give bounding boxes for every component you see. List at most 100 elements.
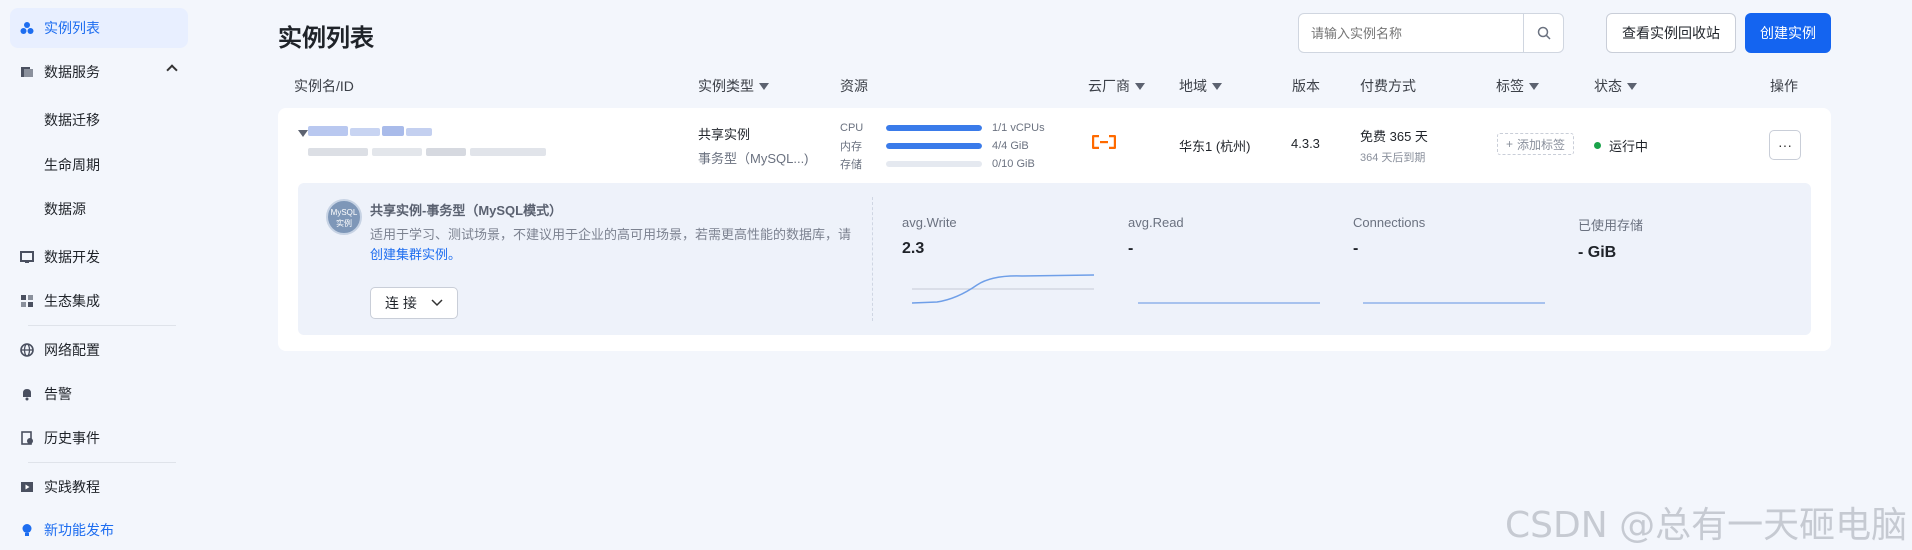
sidebar-item-label: 告警 [44, 386, 72, 402]
memory-bar [886, 143, 982, 149]
add-tag-button[interactable]: + 添加标签 [1497, 133, 1575, 155]
col-instance-type[interactable]: 实例类型 [698, 76, 769, 96]
watermark: CSDN @总有一天砸电脑 [1505, 505, 1908, 546]
create-cluster-link[interactable]: 创建集群实例。 [370, 247, 461, 262]
filter-icon[interactable] [1135, 82, 1145, 90]
instance-name-blurred[interactable] [308, 126, 458, 138]
sidebar-item-label: 新功能发布 [44, 522, 114, 538]
lightbulb-icon [20, 523, 34, 537]
sidebar-item-network[interactable]: 网络配置 [10, 330, 188, 370]
metric-used-storage: 已使用存储 - GiB [1578, 215, 1778, 262]
detail-description: 适用于学习、测试场景，不建议用于企业的高可用场景，若需更高性能的数据库，请创建集… [370, 225, 856, 265]
sidebar-item-label: 实例列表 [44, 20, 100, 36]
detail-title: 共享实例-事务型（MySQL模式） [370, 203, 563, 218]
instance-type-main: 共享实例 [698, 127, 751, 142]
sidebar-item-data-service[interactable]: 数据服务 [10, 52, 188, 92]
recycle-bin-button[interactable]: 查看实例回收站 [1606, 13, 1736, 53]
search-input[interactable] [1299, 14, 1523, 52]
sidebar-item-new-features[interactable]: 新功能发布 [10, 510, 188, 550]
create-instance-button[interactable]: 创建实例 [1745, 13, 1831, 53]
sidebar-item-label: 历史事件 [44, 430, 100, 446]
sidebar-item-label: 生命周期 [44, 157, 100, 173]
sidebar-divider [28, 325, 176, 326]
sidebar-item-label: 网络配置 [44, 342, 100, 358]
globe-icon [20, 343, 34, 357]
badge-top-text: MySQL [330, 208, 358, 217]
col-billing: 付费方式 [1360, 78, 1416, 94]
sidebar-item-data-migration[interactable]: 数据迁移 [10, 100, 188, 140]
aliyun-logo-icon [1092, 135, 1116, 149]
search-button[interactable] [1523, 14, 1563, 52]
add-tag-label: 添加标签 [1517, 137, 1566, 152]
resource-memory: 内存 4/4 GiB [840, 139, 1029, 153]
sidebar-item-data-source[interactable]: 数据源 [10, 189, 188, 229]
metric-avg-write: avg.Write 2.3 [902, 215, 1102, 304]
resource-storage: 存储 0/10 GiB [840, 157, 1035, 171]
billing-main: 免费 365 天 [1360, 129, 1428, 144]
sidebar-item-lifecycle[interactable]: 生命周期 [10, 145, 188, 185]
table-header: 实例名/ID 实例类型 资源 云厂商 地域 版本 付费方式 标签 状态 操作 [280, 76, 1830, 96]
bell-icon [20, 387, 34, 401]
instance-row-card: 共享实例 事务型（MySQL...) CPU 1/1 vCPUs 内存 4/4 … [278, 108, 1831, 351]
search-icon [1537, 26, 1551, 40]
filter-icon[interactable] [759, 82, 769, 90]
filter-icon[interactable] [1212, 82, 1222, 90]
metric-value: - GiB [1578, 244, 1617, 261]
avg-read-sparkline [1138, 302, 1320, 304]
detail-desc-text: 适用于学习、测试场景，不建议用于企业的高可用场景，若需更高性能的数据库，请 [370, 227, 852, 242]
metric-value: - [1353, 240, 1359, 257]
badge-bottom-text: 实例 [336, 219, 352, 228]
resource-value: 1/1 vCPUs [992, 122, 1045, 134]
sidebar-item-instances[interactable]: 实例列表 [10, 8, 188, 48]
cluster-icon [20, 21, 34, 35]
col-cloud-vendor[interactable]: 云厂商 [1088, 76, 1145, 96]
expand-caret-icon[interactable] [298, 130, 308, 137]
search-box [1298, 13, 1564, 53]
metric-label: Connections [1353, 215, 1426, 230]
metric-label: avg.Read [1128, 215, 1184, 230]
storage-bar [886, 161, 982, 167]
connections-sparkline [1363, 302, 1545, 304]
status-badge: 运行中 [1594, 136, 1648, 155]
metric-connections: Connections - [1353, 215, 1553, 304]
page-title: 实例列表 [278, 25, 374, 52]
more-actions-button[interactable]: ··· [1769, 130, 1801, 160]
col-status[interactable]: 状态 [1594, 76, 1637, 96]
instance-detail-panel: MySQL 实例 共享实例-事务型（MySQL模式） 适用于学习、测试场景，不建… [298, 183, 1811, 335]
detail-divider [872, 197, 873, 321]
sidebar-item-tutorials[interactable]: 实践教程 [10, 467, 188, 507]
avg-write-sparkline [912, 274, 1094, 304]
history-doc-icon [20, 431, 34, 445]
metric-value: 2.3 [902, 240, 925, 257]
chevron-up-icon[interactable] [166, 64, 178, 76]
sidebar: 实例列表 数据服务 数据迁移 生命周期 数据源 数据开发 生态集成 网络配置 告… [0, 0, 190, 550]
sidebar-item-history[interactable]: 历史事件 [10, 418, 188, 458]
col-instance-name: 实例名/ID [294, 78, 354, 94]
col-resources: 资源 [840, 78, 868, 94]
col-version: 版本 [1292, 78, 1320, 94]
mysql-instance-badge-icon: MySQL 实例 [326, 199, 362, 235]
resource-value: 0/10 GiB [992, 158, 1035, 170]
metric-avg-read: avg.Read - [1128, 215, 1328, 304]
sidebar-item-alert[interactable]: 告警 [10, 374, 188, 414]
plus-icon: + [1506, 137, 1514, 151]
sidebar-item-data-dev[interactable]: 数据开发 [10, 237, 188, 277]
version-value: 4.3.3 [1291, 136, 1320, 151]
sidebar-item-ecosystem[interactable]: 生态集成 [10, 281, 188, 321]
filter-icon[interactable] [1529, 82, 1539, 90]
col-tags[interactable]: 标签 [1496, 76, 1539, 96]
billing-expiry: 364 天后到期 [1360, 152, 1426, 164]
grid-apps-icon [20, 294, 34, 308]
resource-label: CPU [840, 122, 864, 134]
code-screen-icon [20, 250, 34, 264]
metric-label: avg.Write [902, 215, 957, 230]
filter-icon[interactable] [1627, 82, 1637, 90]
sidebar-item-label: 数据开发 [44, 249, 100, 265]
video-play-icon [20, 480, 34, 494]
sidebar-item-label: 实践教程 [44, 479, 100, 495]
col-region[interactable]: 地域 [1179, 76, 1222, 96]
instance-id-blurred [308, 148, 568, 158]
sidebar-divider [28, 462, 176, 463]
connect-button[interactable]: 连 接 [370, 287, 458, 319]
sidebar-item-label: 数据源 [44, 201, 86, 217]
